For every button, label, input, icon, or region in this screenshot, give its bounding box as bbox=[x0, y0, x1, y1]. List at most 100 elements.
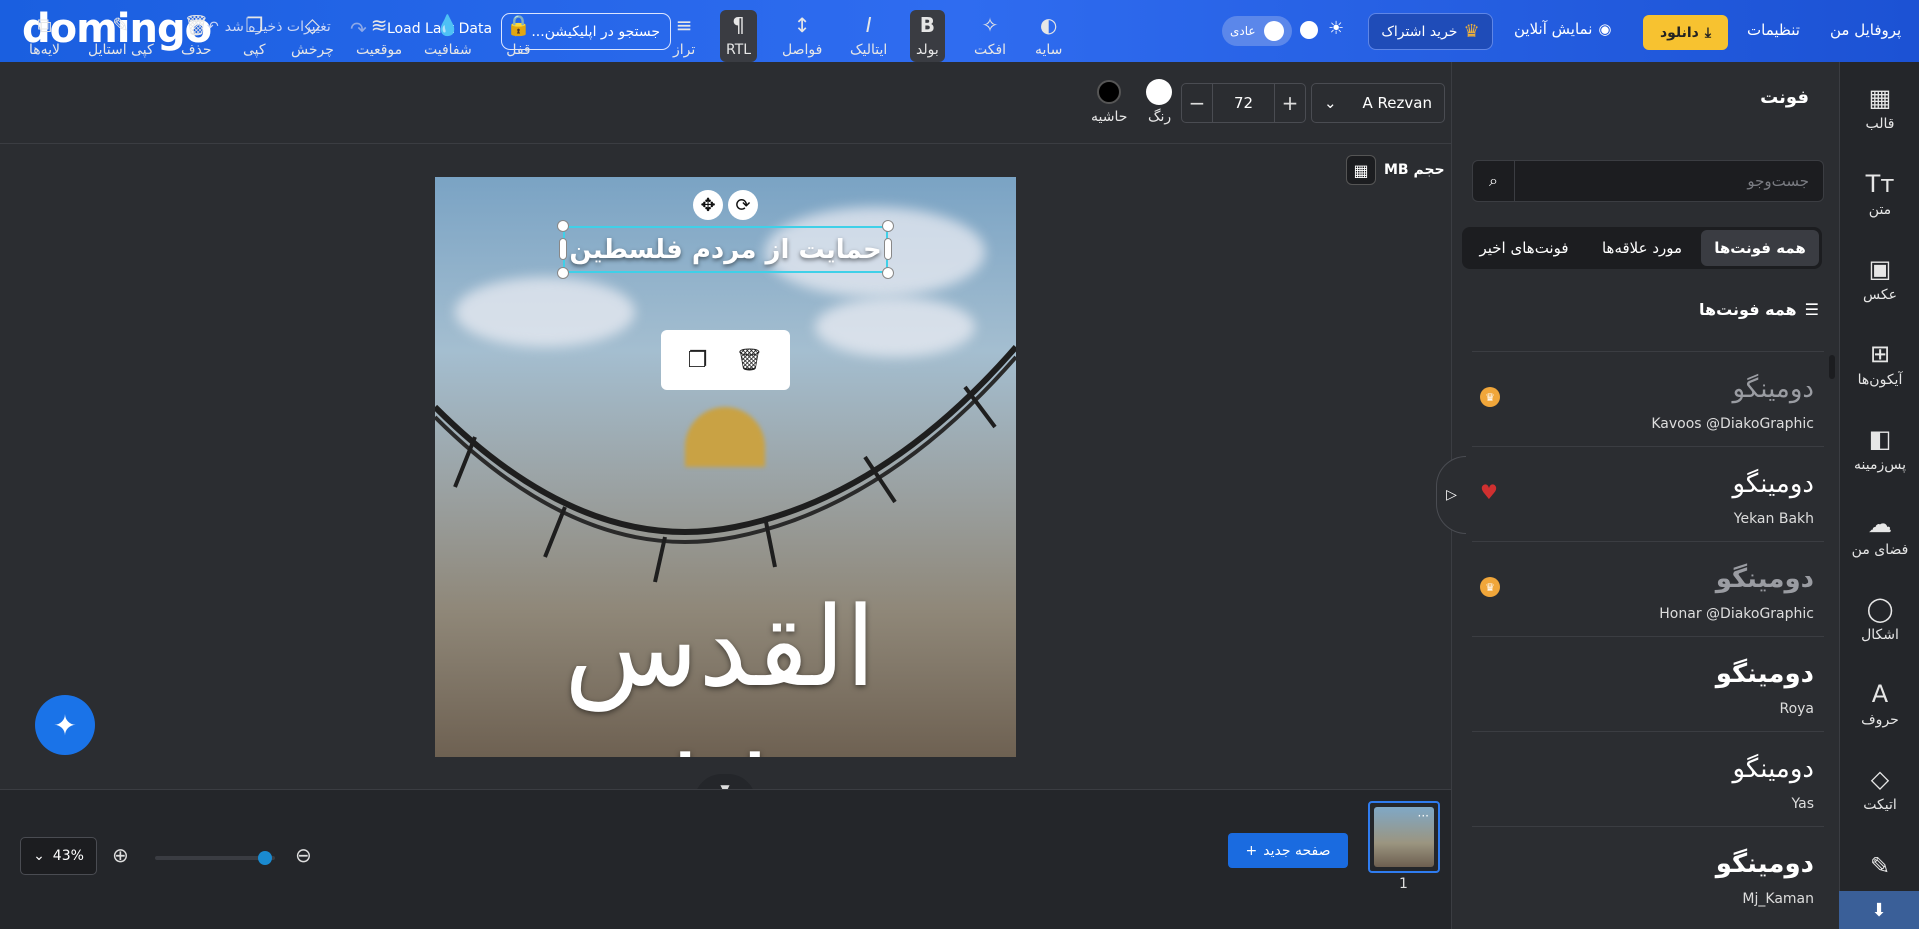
zoom-value: 43% bbox=[52, 848, 84, 864]
font-tabs: همه فونت‌ها مورد علاقه‌ها فونت‌های اخیر bbox=[1462, 227, 1822, 269]
download-button[interactable]: ⤓ دانلود bbox=[1643, 15, 1728, 50]
rail-item-draw[interactable]: ✎ bbox=[1840, 852, 1919, 880]
opacity-button[interactable]: 💧 شفافیت bbox=[424, 14, 472, 58]
mode-toggle[interactable]: عادی bbox=[1222, 16, 1292, 46]
tab-recent[interactable]: فونت‌های اخیر bbox=[1465, 230, 1583, 266]
rtl-button[interactable]: ¶ RTL bbox=[720, 10, 758, 62]
font-name: Yas bbox=[1791, 796, 1815, 812]
profile-link[interactable]: پروفایل من bbox=[1830, 21, 1901, 39]
side-handle[interactable] bbox=[884, 238, 892, 260]
font-item[interactable]: دومینگو Honar @DiakoGraphic ♛ bbox=[1472, 541, 1824, 636]
shadow-label: سایه bbox=[1035, 42, 1063, 58]
resize-handle[interactable] bbox=[557, 267, 569, 279]
spacing-label: فواصل bbox=[782, 42, 823, 58]
new-page-button[interactable]: صفحه جدید + bbox=[1228, 833, 1348, 868]
font-list: دومینگو Kavoos @DiakoGraphic ♛ دومینگو Y… bbox=[1472, 351, 1824, 921]
effect-button[interactable]: ✧ افکت bbox=[974, 14, 1006, 58]
font-sample: دومینگو bbox=[1715, 564, 1814, 594]
move-icon[interactable]: ✥ bbox=[693, 190, 723, 220]
lock-button[interactable]: 🔒 قفل bbox=[506, 14, 531, 58]
chevron-down-icon: ⌄ bbox=[1324, 94, 1337, 112]
font-size-value[interactable]: 72 bbox=[1212, 84, 1275, 122]
tab-favorites[interactable]: مورد علاقه‌ها bbox=[1583, 230, 1701, 266]
design-canvas[interactable]: القدس لنا حمایت از مردم فلسطین ✥ ⟳ ❐ 🗑 bbox=[435, 177, 1016, 757]
zoom-select[interactable]: ⌄ 43% bbox=[20, 837, 97, 875]
rail-item-text[interactable]: Tт متن bbox=[1840, 170, 1919, 218]
rail-item-shapes[interactable]: ◯ اشکال bbox=[1840, 595, 1919, 643]
subscribe-button[interactable]: ♛ خرید اشتراک bbox=[1368, 13, 1493, 50]
file-size-label: حجم MB bbox=[1384, 162, 1445, 178]
duplicate-icon[interactable]: ❐ bbox=[688, 348, 708, 373]
heart-icon[interactable]: ♥ bbox=[1480, 480, 1498, 504]
copy-style-button[interactable]: ✎ کپی استایل bbox=[88, 14, 154, 58]
align-button[interactable]: ≡ تراز bbox=[673, 14, 695, 58]
font-search-input[interactable]: جست‌وجو ⌕ bbox=[1472, 160, 1824, 202]
font-family-select[interactable]: ⌄ A Rezvan bbox=[1311, 83, 1445, 123]
bold-button[interactable]: B بولد bbox=[910, 10, 945, 62]
font-item[interactable]: دومینگو Mj_Kaman bbox=[1472, 826, 1824, 921]
font-name: Roya bbox=[1779, 701, 1814, 717]
zoom-out-icon[interactable]: ⊖ bbox=[295, 843, 312, 867]
scrollbar[interactable] bbox=[1829, 355, 1835, 379]
sun-icon: ☀ bbox=[1328, 18, 1345, 39]
rail-item-template[interactable]: ▦ قالب bbox=[1840, 84, 1919, 132]
trash-icon[interactable]: 🗑 bbox=[735, 348, 763, 373]
copy-icon: ❐ bbox=[245, 13, 264, 37]
border-color-swatch[interactable] bbox=[1097, 80, 1121, 104]
font-family-value: A Rezvan bbox=[1362, 94, 1432, 112]
rotate-icon[interactable]: ⟳ bbox=[728, 190, 758, 220]
side-handle[interactable] bbox=[559, 238, 567, 260]
rotate-button[interactable]: ◇ چرخش bbox=[291, 14, 334, 58]
zoom-slider-thumb[interactable] bbox=[258, 851, 272, 865]
tab-all-fonts[interactable]: همه فونت‌ها bbox=[1701, 230, 1819, 266]
text-color-swatch[interactable] bbox=[1146, 79, 1172, 105]
settings-link[interactable]: تنظیمات bbox=[1747, 21, 1800, 39]
rail-item-my-space[interactable]: ☁ فضای من bbox=[1840, 510, 1919, 558]
resize-handle[interactable] bbox=[882, 220, 894, 232]
plus-icon[interactable]: + bbox=[1275, 91, 1305, 115]
rail-label: اشکال bbox=[1861, 627, 1899, 643]
shadow-button[interactable]: ◐ سایه bbox=[1035, 14, 1062, 58]
position-button[interactable]: ≋ موقعیت bbox=[356, 14, 402, 58]
font-item[interactable]: دومینگو Kavoos @DiakoGraphic ♛ bbox=[1472, 351, 1824, 446]
page-thumbnail[interactable]: ··· bbox=[1368, 801, 1440, 873]
font-item[interactable]: دومینگو Roya bbox=[1472, 636, 1824, 731]
layers-button[interactable]: ⧉ لایه‌ها bbox=[29, 14, 60, 58]
font-item[interactable]: دومینگو Yas bbox=[1472, 731, 1824, 826]
resize-handle[interactable] bbox=[882, 267, 894, 279]
zoom-slider[interactable] bbox=[155, 856, 275, 860]
border-label: حاشیه bbox=[1091, 109, 1128, 125]
rail-item-icons[interactable]: ⊞ آیکون‌ها bbox=[1840, 340, 1919, 388]
copy-button[interactable]: ❐ کپی bbox=[243, 14, 266, 58]
font-item[interactable]: دومینگو Yekan Bakh ♥ bbox=[1472, 446, 1824, 541]
font-name: Mj_Kaman bbox=[1742, 891, 1814, 907]
font-sample: دومینگو bbox=[1732, 374, 1814, 404]
zoom-in-icon[interactable]: ⊕ bbox=[112, 843, 129, 867]
minus-icon[interactable]: − bbox=[1182, 91, 1212, 115]
resize-handle[interactable] bbox=[557, 220, 569, 232]
scroll-down-icon[interactable]: ⬇ bbox=[1839, 891, 1919, 929]
eye-icon: ◉ bbox=[1598, 20, 1612, 38]
rail-item-background[interactable]: ◧ پس‌زمینه bbox=[1840, 425, 1919, 473]
calligraphy-artwork[interactable]: القدس لنا bbox=[530, 572, 910, 757]
shadow-icon: ◐ bbox=[1039, 13, 1058, 37]
rail-label: حروف bbox=[1861, 712, 1899, 728]
more-icon[interactable]: ··· bbox=[1418, 809, 1429, 823]
rail-item-letters[interactable]: A حروف bbox=[1840, 680, 1919, 728]
theme-toggle[interactable] bbox=[1300, 21, 1318, 39]
magic-wand-button[interactable]: ✦ bbox=[35, 695, 95, 755]
collapse-panel-button[interactable]: ▷ bbox=[1436, 456, 1466, 534]
position-label: موقعیت bbox=[356, 42, 403, 58]
spacing-button[interactable]: ↕ فواصل bbox=[782, 14, 822, 58]
toggle-knob bbox=[1264, 21, 1284, 41]
rail-item-photo[interactable]: ▣ عکس bbox=[1840, 255, 1919, 303]
search-icon[interactable]: ⌕ bbox=[1473, 161, 1515, 201]
rail-label: عکس bbox=[1863, 287, 1897, 303]
download-label: دانلود bbox=[1659, 24, 1699, 41]
calculator-icon[interactable]: ▦ bbox=[1346, 155, 1376, 185]
delete-button[interactable]: 🗑 حذف bbox=[181, 14, 212, 58]
selected-text-element[interactable]: حمایت از مردم فلسطین bbox=[563, 226, 888, 273]
rail-item-sticker[interactable]: ◇ اتیکت bbox=[1840, 765, 1919, 813]
italic-button[interactable]: I ایتالیک bbox=[850, 14, 887, 58]
online-view-button[interactable]: ◉ نمایش آنلاین bbox=[1514, 20, 1611, 38]
